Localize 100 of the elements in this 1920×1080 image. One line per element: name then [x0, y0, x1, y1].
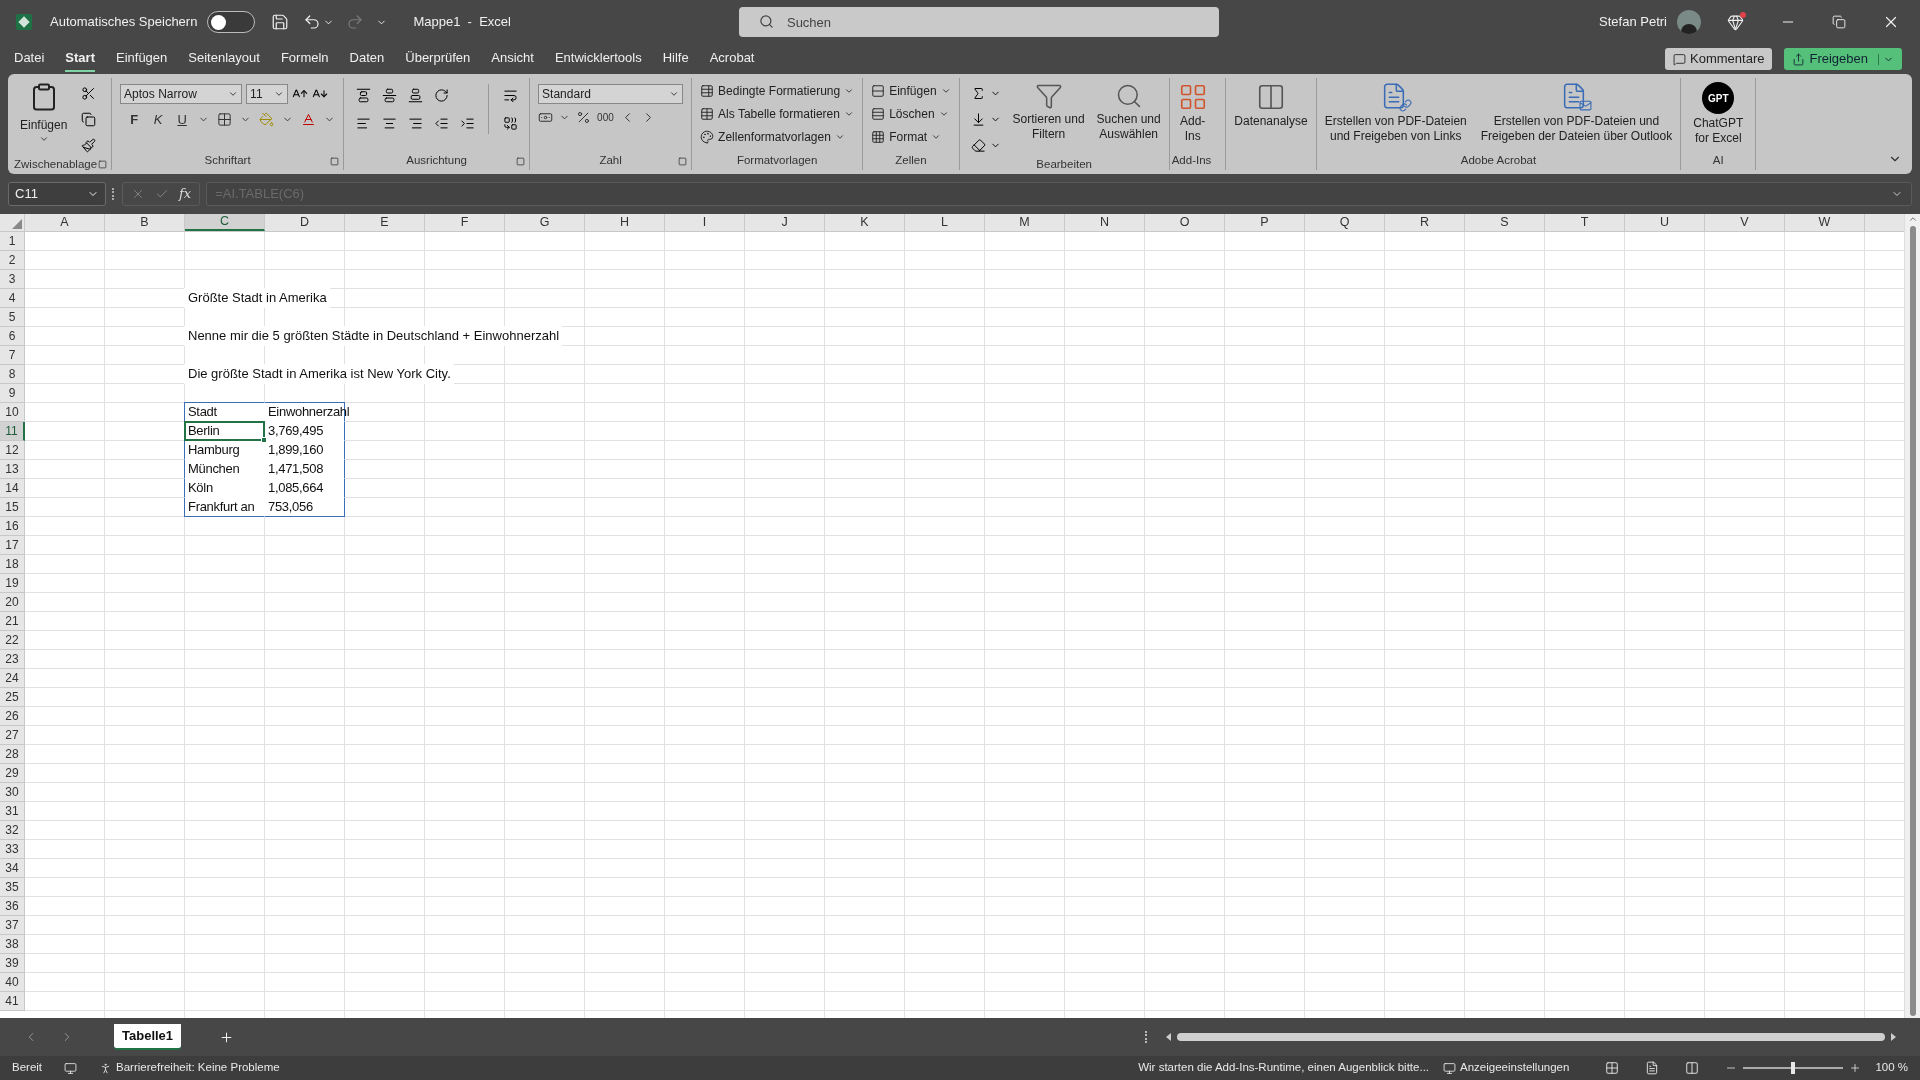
row-header[interactable]: 37: [0, 916, 25, 935]
format-painter-icon[interactable]: [80, 137, 96, 153]
caret-icon[interactable]: [938, 109, 949, 119]
ribbon-large-button[interactable]: Suchen und Auswählen: [1096, 82, 1161, 156]
row-header[interactable]: 26: [0, 707, 25, 726]
row-header[interactable]: 9: [0, 384, 25, 403]
column-header[interactable]: N: [1065, 214, 1145, 231]
menu-tab[interactable]: Überprüfen: [405, 46, 471, 72]
normal-view-icon[interactable]: [1605, 1061, 1620, 1075]
name-box[interactable]: C11: [8, 182, 106, 206]
column-header[interactable]: R: [1385, 214, 1465, 231]
horizontal-scrollbar[interactable]: [1166, 1031, 1896, 1043]
row-header[interactable]: 17: [0, 536, 25, 555]
column-header[interactable]: Q: [1305, 214, 1385, 231]
align-top-icon[interactable]: [355, 87, 371, 103]
column-header[interactable]: P: [1225, 214, 1305, 231]
menu-tab[interactable]: Hilfe: [662, 46, 689, 72]
row-header[interactable]: 19: [0, 574, 25, 593]
ribbon-menu-button[interactable]: Einfügen: [871, 81, 951, 101]
ribbon-large-button[interactable]: Add- Ins: [1177, 82, 1208, 144]
row-header[interactable]: 25: [0, 688, 25, 707]
row-header[interactable]: 36: [0, 897, 25, 916]
accessibility-status[interactable]: Barrierefreiheit: Keine Probleme: [116, 1059, 280, 1077]
menu-tab[interactable]: Start: [65, 46, 95, 72]
column-header[interactable]: S: [1465, 214, 1545, 231]
row-header[interactable]: 11: [0, 422, 25, 441]
row-header[interactable]: 4: [0, 289, 25, 308]
column-header[interactable]: K: [825, 214, 905, 231]
column-header[interactable]: A: [25, 214, 105, 231]
page-break-icon[interactable]: [1685, 1061, 1700, 1075]
row-header[interactable]: 7: [0, 346, 25, 365]
ribbon-large-button[interactable]: Datenanalyse: [1234, 82, 1308, 129]
dialog-launcher-icon[interactable]: [330, 156, 340, 166]
copy-icon[interactable]: [80, 111, 96, 127]
ribbon-large-button[interactable]: Erstellen von PDF-Dateien und Freigeben der Dateien über Outlook: [1480, 82, 1673, 144]
row-header[interactable]: 1: [0, 232, 25, 251]
search-field[interactable]: Suchen: [738, 7, 1219, 37]
menu-tab[interactable]: Ansicht: [491, 46, 534, 72]
align-left-icon[interactable]: [355, 115, 371, 131]
eraser-icon[interactable]: [971, 137, 987, 153]
column-header[interactable]: W: [1785, 214, 1865, 231]
align-bottom-icon[interactable]: [407, 87, 423, 103]
column-header[interactable]: T: [1545, 214, 1625, 231]
row-header[interactable]: 8: [0, 365, 25, 384]
row-header[interactable]: 33: [0, 840, 25, 859]
menu-tab[interactable]: Datei: [14, 46, 45, 72]
caret-icon[interactable]: [228, 89, 239, 99]
row-header[interactable]: 6: [0, 327, 25, 346]
column-header[interactable]: L: [905, 214, 985, 231]
caret-icon[interactable]: [274, 89, 285, 99]
display-settings-button[interactable]: Anzeigeeinstellungen: [1460, 1059, 1570, 1077]
ribbon-large-button[interactable]: Sortieren und Filtern: [1012, 82, 1085, 156]
caret-icon[interactable]: [669, 89, 680, 99]
cut-icon[interactable]: [80, 85, 96, 101]
share-button[interactable]: Freigeben: [1784, 48, 1902, 70]
orientation-icon[interactable]: [433, 87, 449, 103]
menu-tab[interactable]: Acrobat: [709, 46, 755, 72]
caret-icon[interactable]: [843, 109, 854, 119]
row-header[interactable]: 29: [0, 764, 25, 783]
row-header[interactable]: 30: [0, 783, 25, 802]
column-header[interactable]: J: [745, 214, 825, 231]
row-header[interactable]: 16: [0, 517, 25, 536]
font-size-dropdown[interactable]: 11: [246, 84, 289, 104]
underline-button[interactable]: U: [174, 110, 191, 130]
zoom-level[interactable]: 100 %: [1875, 1059, 1908, 1077]
align-right-icon[interactable]: [407, 115, 423, 131]
wrap-text-icon[interactable]: [502, 87, 518, 103]
display-icon[interactable]: [1443, 1061, 1457, 1075]
merge-cells-icon[interactable]: [502, 115, 518, 131]
row-header[interactable]: 38: [0, 935, 25, 954]
column-header[interactable]: C: [185, 214, 265, 231]
zoom-in-icon[interactable]: [1849, 1062, 1862, 1074]
caret-icon[interactable]: [38, 134, 49, 144]
ribbon-menu-button[interactable]: Bedingte Formatierung: [700, 81, 855, 101]
thousands-separator-button[interactable]: 000: [597, 110, 614, 125]
row-header[interactable]: 27: [0, 726, 25, 745]
ribbon-large-button[interactable]: Erstellen von PDF-Dateien und Freigeben von Links: [1324, 82, 1467, 144]
sheet-tab[interactable]: Tabelle1: [114, 1024, 182, 1050]
column-header[interactable]: E: [345, 214, 425, 231]
align-center-icon[interactable]: [381, 115, 397, 131]
column-header[interactable]: O: [1145, 214, 1225, 231]
dialog-launcher-icon[interactable]: [678, 156, 688, 166]
dialog-launcher-icon[interactable]: [516, 156, 526, 166]
ribbon-large-button[interactable]: GPT ChatGPT for Excel: [1693, 82, 1744, 146]
percent-icon[interactable]: [576, 110, 592, 125]
borders-icon[interactable]: [217, 112, 233, 128]
row-header[interactable]: 35: [0, 878, 25, 897]
page-layout-icon[interactable]: [1645, 1061, 1660, 1075]
row-header[interactable]: 13: [0, 460, 25, 479]
row-header[interactable]: 34: [0, 859, 25, 878]
ribbon-menu-button[interactable]: Format: [871, 127, 951, 147]
caret-icon[interactable]: [844, 86, 855, 96]
undo-icon[interactable]: [303, 13, 322, 31]
row-header[interactable]: 22: [0, 631, 25, 650]
column-header[interactable]: I: [665, 214, 745, 231]
bold-button[interactable]: F: [126, 110, 143, 130]
ribbon-menu-button[interactable]: Löschen: [871, 104, 951, 124]
row-header[interactable]: 41: [0, 992, 25, 1011]
ribbon-menu-button[interactable]: Zellenformatvorlagen: [700, 127, 855, 147]
increase-indent-icon[interactable]: [459, 115, 475, 131]
